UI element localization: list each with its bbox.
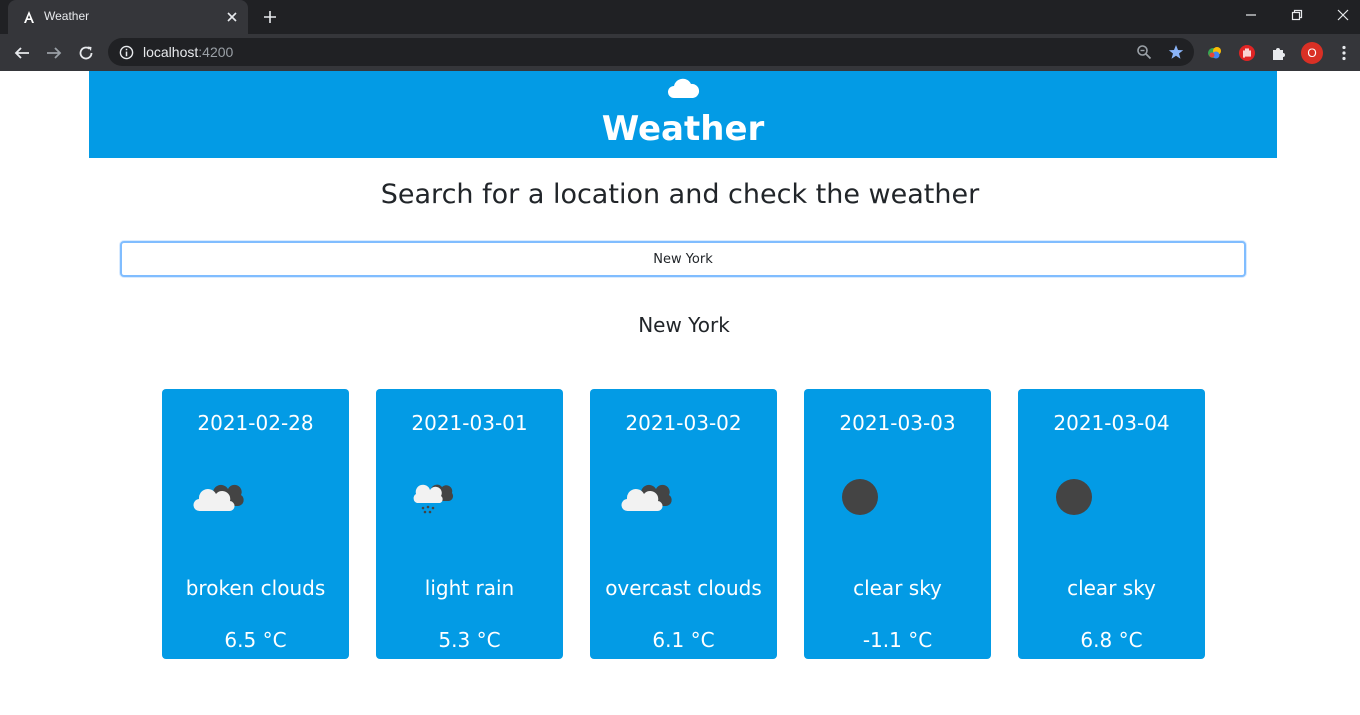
- url-text: localhost:4200: [143, 44, 233, 60]
- forecast-temperature: 6.1 °C: [652, 628, 715, 652]
- browser-tab-bar: Weather: [0, 0, 1360, 34]
- url-host: localhost: [143, 44, 199, 60]
- forecast-card: 2021-03-02 overcast clouds 6.1 °C: [590, 389, 777, 659]
- forecast-temperature: 5.3 °C: [438, 628, 501, 652]
- back-arrow-icon[interactable]: [8, 39, 36, 67]
- location-name: New York: [638, 313, 730, 337]
- restore-window-icon[interactable]: [1274, 0, 1320, 30]
- forecast-temperature: 6.8 °C: [1080, 628, 1143, 652]
- cloud-icon: [666, 74, 700, 100]
- extensions-puzzle-icon[interactable]: [1268, 42, 1290, 64]
- app-header: Weather: [89, 71, 1277, 158]
- forecast-description: clear sky: [1067, 576, 1156, 600]
- forecast-date: 2021-03-02: [625, 411, 742, 435]
- clear-sky-icon: [840, 477, 894, 517]
- close-window-icon[interactable]: [1320, 0, 1360, 30]
- hand-extension-icon[interactable]: [1236, 42, 1258, 64]
- forecast-description: overcast clouds: [605, 576, 762, 600]
- forecast-date: 2021-03-03: [839, 411, 956, 435]
- overcast-clouds-icon: [620, 477, 674, 517]
- address-bar[interactable]: localhost:4200: [108, 38, 1194, 66]
- close-tab-icon[interactable]: [223, 8, 241, 26]
- forecast-temperature: -1.1 °C: [862, 628, 933, 652]
- app-title: Weather: [601, 109, 765, 149]
- browser-menu-icon[interactable]: [1333, 42, 1355, 64]
- forecast-description: light rain: [424, 576, 515, 600]
- forecast-date: 2021-02-28: [197, 411, 314, 435]
- profile-avatar[interactable]: O: [1301, 42, 1323, 64]
- forecast-cards: 2021-02-28 broken clouds 6.5 °C 2021-03-…: [162, 389, 1206, 659]
- forward-arrow-icon[interactable]: [40, 39, 68, 67]
- clear-sky-icon: [1054, 477, 1108, 517]
- site-info-icon[interactable]: [118, 44, 134, 60]
- forecast-card: 2021-02-28 broken clouds 6.5 °C: [162, 389, 349, 659]
- forecast-card: 2021-03-01 light rain 5.3 °C: [376, 389, 563, 659]
- browser-tab[interactable]: Weather: [8, 0, 248, 34]
- page-content: Weather Search for a location and check …: [0, 71, 1360, 715]
- broken-clouds-icon: [192, 477, 246, 517]
- forecast-card: 2021-03-04 clear sky 6.8 °C: [1018, 389, 1205, 659]
- tab-title: Weather: [44, 9, 90, 23]
- zoom-icon[interactable]: [1135, 43, 1153, 61]
- forecast-description: broken clouds: [185, 576, 326, 600]
- forecast-date: 2021-03-01: [411, 411, 528, 435]
- page-subtitle: Search for a location and check the weat…: [380, 179, 980, 210]
- location-search-input[interactable]: [120, 241, 1246, 277]
- forecast-card: 2021-03-03 clear sky -1.1 °C: [804, 389, 991, 659]
- reload-icon[interactable]: [72, 39, 100, 67]
- browser-toolbar: localhost:4200 O: [0, 34, 1360, 71]
- new-tab-icon[interactable]: [258, 5, 282, 29]
- minimize-window-icon[interactable]: [1228, 0, 1274, 30]
- angular-favicon-icon: [21, 9, 37, 25]
- bookmark-star-icon[interactable]: [1167, 43, 1185, 61]
- forecast-date: 2021-03-04: [1053, 411, 1170, 435]
- forecast-temperature: 6.5 °C: [224, 628, 287, 652]
- url-port: :4200: [198, 44, 234, 60]
- light-rain-icon: [412, 477, 466, 517]
- forecast-description: clear sky: [853, 576, 942, 600]
- color-extension-icon[interactable]: [1204, 42, 1226, 64]
